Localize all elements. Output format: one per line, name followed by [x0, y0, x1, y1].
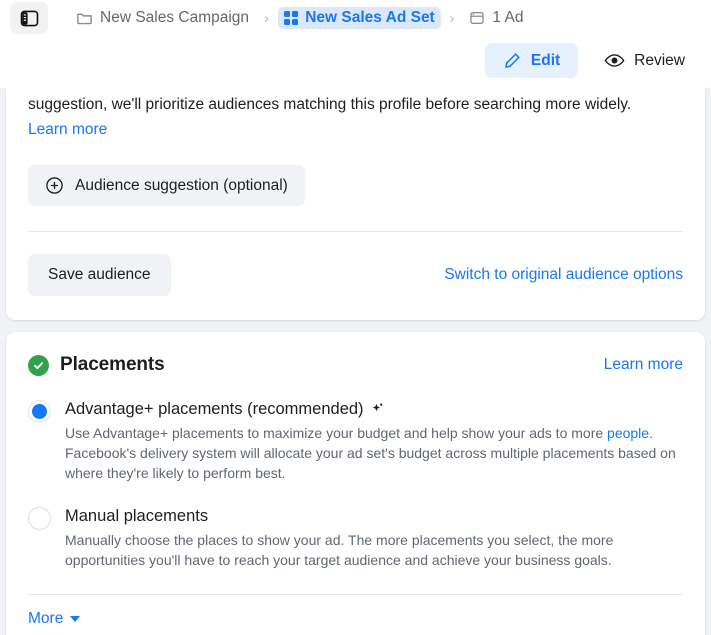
green-check-icon [28, 354, 49, 376]
page-scroll-area[interactable]: suggestion, we'll prioritize audiences m… [0, 88, 711, 635]
placement-option-manual[interactable]: Manual placements Manually choose the pl… [6, 505, 705, 570]
placement-option-advantage[interactable]: Advantage+ placements (recommended) Use … [6, 398, 705, 483]
breadcrumb-label-ad: 1 Ad [492, 9, 524, 27]
placement-option-advantage-title: Advantage+ placements (recommended) [65, 400, 364, 418]
pencil-icon [505, 53, 520, 68]
edit-button[interactable]: Edit [484, 43, 579, 78]
breadcrumb-separator-1: › [264, 10, 269, 26]
breadcrumb-item-ad[interactable]: 1 Ad [463, 7, 529, 29]
placements-more-row: More [6, 595, 705, 635]
audience-suggestion-button[interactable]: Audience suggestion (optional) [28, 165, 305, 206]
window-icon [470, 12, 485, 24]
chevron-down-icon [70, 616, 81, 622]
eye-icon [604, 54, 625, 67]
save-audience-button[interactable]: Save audience [28, 254, 171, 296]
audience-suggestion-label: Audience suggestion (optional) [75, 176, 288, 194]
sidebar-panel-icon [20, 10, 38, 26]
placement-option-advantage-desc-part1: Use Advantage+ placements to maximize yo… [65, 425, 608, 441]
grid-icon [283, 10, 299, 26]
breadcrumb-label-campaign: New Sales Campaign [100, 9, 250, 27]
placements-card: Placements Learn more Advantage+ placeme… [6, 332, 705, 635]
placement-option-advantage-desc: Use Advantage+ placements to maximize yo… [65, 423, 680, 483]
sidebar-toggle-button[interactable] [10, 2, 48, 34]
placement-option-manual-title-row: Manual placements [65, 505, 683, 527]
review-button-label: Review [634, 51, 685, 69]
switch-audience-options-link[interactable]: Switch to original audience options [444, 266, 683, 284]
more-toggle-link[interactable]: More [28, 610, 81, 628]
radio-manual-placements[interactable] [28, 507, 51, 530]
placement-option-advantage-title-row: Advantage+ placements (recommended) [65, 398, 683, 420]
audience-footer-row: Save audience Switch to original audienc… [28, 232, 683, 320]
radio-advantage-placements[interactable] [28, 400, 51, 423]
top-bar: New Sales Campaign › New Sales Ad Set › … [0, 0, 711, 88]
placements-header: Placements Learn more [6, 332, 705, 376]
placements-learn-more-link[interactable]: Learn more [604, 356, 683, 374]
audience-learn-more-link[interactable]: Learn more [28, 118, 683, 142]
edit-button-label: Edit [530, 51, 561, 69]
placements-title: Placements [60, 354, 165, 375]
folder-icon [77, 13, 92, 24]
placement-option-manual-desc: Manually choose the places to show your … [65, 532, 614, 568]
audience-card: suggestion, we'll prioritize audiences m… [6, 88, 705, 320]
review-button[interactable]: Review [586, 42, 703, 79]
more-toggle-label: More [28, 610, 64, 627]
plus-circle-icon [46, 177, 63, 194]
breadcrumb: New Sales Campaign › New Sales Ad Set › … [0, 0, 711, 36]
people-link[interactable]: people [607, 425, 649, 441]
sparkle-icon [372, 403, 382, 412]
save-audience-label: Save audience [48, 266, 151, 283]
placement-option-manual-body: Manual placements Manually choose the pl… [65, 505, 683, 570]
breadcrumb-list: New Sales Campaign › New Sales Ad Set › … [70, 7, 529, 30]
breadcrumb-item-campaign[interactable]: New Sales Campaign [70, 7, 255, 30]
breadcrumb-item-adset[interactable]: New Sales Ad Set [277, 7, 441, 29]
placement-option-manual-title: Manual placements [65, 507, 209, 525]
audience-clipped-paragraph: suggestion, we'll prioritize audiences m… [28, 96, 632, 113]
breadcrumb-label-adset: New Sales Ad Set [305, 9, 435, 27]
placement-option-advantage-body: Advantage+ placements (recommended) Use … [65, 398, 683, 483]
breadcrumb-separator-2: › [449, 10, 455, 26]
placements-title-wrap: Placements [28, 354, 165, 376]
action-buttons: Edit Review [484, 42, 703, 79]
